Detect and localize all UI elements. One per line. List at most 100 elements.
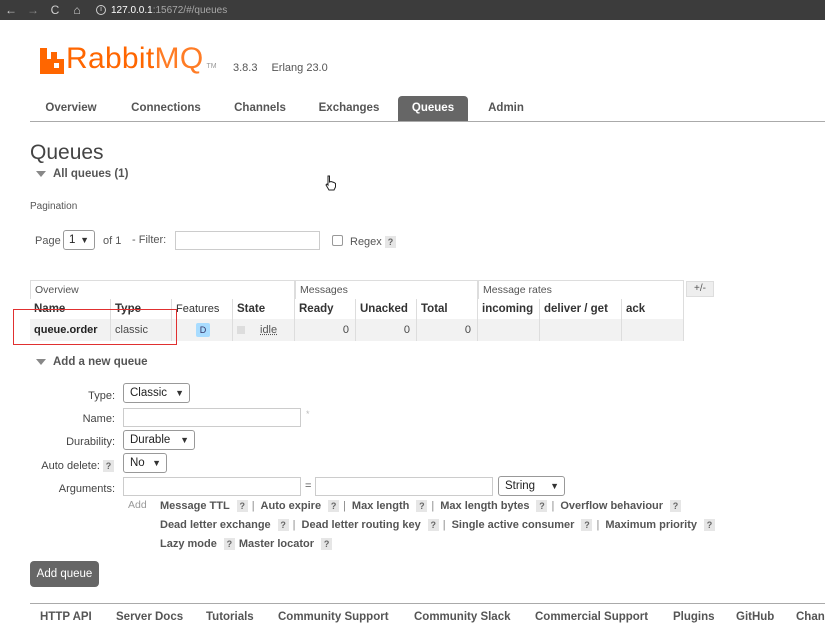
col-deliver-get[interactable]: deliver / get <box>540 299 622 319</box>
regex-checkbox[interactable] <box>332 235 343 246</box>
footer-server-docs[interactable]: Server Docs <box>116 611 183 623</box>
footer-tutorials[interactable]: Tutorials <box>206 611 254 623</box>
url-host: 127.0.0.1 <box>111 4 153 16</box>
tab-connections[interactable]: Connections <box>121 96 211 121</box>
help-icon[interactable]: ? <box>236 500 248 512</box>
add-queue-button[interactable]: Add queue <box>30 561 99 587</box>
footer-community-slack[interactable]: Community Slack <box>414 611 511 623</box>
arg-master-locator[interactable]: Master locator <box>239 538 314 550</box>
help-icon[interactable]: ? <box>427 519 439 531</box>
tab-queues[interactable]: Queues <box>398 96 468 121</box>
col-ready[interactable]: Ready <box>295 299 356 319</box>
durable-badge: D <box>196 323 210 338</box>
arg-max-length-bytes[interactable]: Max length bytes <box>440 500 529 512</box>
help-icon[interactable]: ? <box>536 500 548 512</box>
arg-message-ttl[interactable]: Message TTL <box>160 500 230 512</box>
col-state[interactable]: State <box>233 299 295 319</box>
regex-label: Regex <box>350 236 382 248</box>
help-icon[interactable]: ? <box>581 519 593 531</box>
durability-select[interactable]: Durable ▼ <box>123 430 195 450</box>
argument-type-value: String <box>505 480 536 492</box>
col-ack[interactable]: ack <box>622 299 684 319</box>
durability-label: Durability: <box>66 436 115 448</box>
page-count: of 1 <box>103 235 122 247</box>
tab-channels[interactable]: Channels <box>224 96 296 121</box>
queue-features: D <box>172 319 233 341</box>
regex-help-icon[interactable]: ? <box>385 236 396 248</box>
home-icon[interactable]: ⌂ <box>66 3 88 17</box>
state-idle: idle <box>260 324 278 336</box>
auto-delete-value: No <box>130 457 145 469</box>
help-icon[interactable]: ? <box>328 500 340 512</box>
group-overview: Overview <box>30 280 295 299</box>
queue-total: 0 <box>417 319 478 341</box>
auto-delete-select[interactable]: No ▼ <box>123 453 167 473</box>
reload-icon[interactable]: C <box>44 3 66 17</box>
arg-dead-letter-routing-key[interactable]: Dead letter routing key <box>302 519 421 531</box>
help-icon[interactable]: ? <box>223 538 235 550</box>
arguments-label: Arguments: <box>58 483 115 495</box>
state-indicator-icon <box>237 326 245 335</box>
page-title: Queues <box>30 141 104 164</box>
arg-single-active-consumer[interactable]: Single active consumer <box>452 519 575 531</box>
queue-incoming <box>478 319 540 341</box>
tab-exchanges[interactable]: Exchanges <box>310 96 388 121</box>
footer-commercial-support[interactable]: Commercial Support <box>535 611 648 623</box>
argument-value-input[interactable] <box>315 477 493 496</box>
queue-state: idle <box>233 319 295 341</box>
auto-delete-help-icon[interactable]: ? <box>103 460 114 472</box>
forward-arrow-icon[interactable]: → <box>22 3 44 17</box>
filter-input[interactable] <box>175 231 320 250</box>
argument-type-select[interactable]: String ▼ <box>498 476 565 496</box>
footer-http-api[interactable]: HTTP API <box>40 611 92 623</box>
add-queue-toggle[interactable]: Add a new queue <box>36 356 148 368</box>
pagination-label: Pagination <box>30 201 78 212</box>
footer-plugins[interactable]: Plugins <box>673 611 715 623</box>
footer-changelog[interactable]: Chan <box>796 611 825 623</box>
help-icon[interactable]: ? <box>416 500 428 512</box>
trademark-mark: TM <box>206 63 217 70</box>
type-label: Type: <box>88 390 115 402</box>
help-icon[interactable]: ? <box>277 519 289 531</box>
back-arrow-icon[interactable]: ← <box>0 3 22 17</box>
arg-max-length[interactable]: Max length <box>352 500 409 512</box>
column-options-button[interactable]: +/- <box>686 281 714 297</box>
all-queues-toggle[interactable]: All queues (1) <box>36 168 128 180</box>
help-icon[interactable]: ? <box>704 519 716 531</box>
queue-unacked: 0 <box>356 319 417 341</box>
queue-type-select[interactable]: Classic ▼ <box>123 383 190 403</box>
site-info-icon[interactable]: i <box>96 5 106 15</box>
footer-github[interactable]: GitHub <box>736 611 774 623</box>
help-icon[interactable]: ? <box>321 538 333 550</box>
tab-overview[interactable]: Overview <box>30 96 112 121</box>
all-queues-label: All queues (1) <box>53 168 129 180</box>
arg-auto-expire[interactable]: Auto expire <box>261 500 322 512</box>
chevron-down-icon: ▼ <box>180 435 189 445</box>
arg-lazy-mode[interactable]: Lazy mode <box>160 538 217 550</box>
rabbitmq-version: 3.8.3 <box>233 62 258 74</box>
page-select[interactable]: 1 ▼ <box>63 230 95 250</box>
col-incoming[interactable]: incoming <box>478 299 540 319</box>
footer-community-support[interactable]: Community Support <box>278 611 389 623</box>
rabbitmq-logo[interactable]: RabbitMQ TM <box>40 44 217 74</box>
tab-admin[interactable]: Admin <box>480 96 532 121</box>
hand-pointer-icon <box>325 175 336 191</box>
argument-key-input[interactable] <box>123 477 301 496</box>
col-total[interactable]: Total <box>417 299 478 319</box>
url-path: :15672/#/queues <box>152 4 228 16</box>
col-unacked[interactable]: Unacked <box>356 299 417 319</box>
address-bar[interactable]: i 127.0.0.1:15672/#/queues <box>96 5 227 16</box>
arg-overflow-behaviour[interactable]: Overflow behaviour <box>560 500 663 512</box>
auto-delete-label: Auto delete: <box>41 460 100 472</box>
help-icon[interactable]: ? <box>670 500 682 512</box>
version-info: 3.8.3 Erlang 23.0 <box>233 62 328 74</box>
queue-name-input[interactable] <box>123 408 301 427</box>
arg-dead-letter-exchange[interactable]: Dead letter exchange <box>160 519 271 531</box>
equals-sign: = <box>305 480 312 492</box>
queue-deliver-get <box>540 319 622 341</box>
group-messages: Messages <box>295 280 478 299</box>
queue-ready: 0 <box>295 319 356 341</box>
annotation-highlight-box <box>13 309 177 345</box>
arg-maximum-priority[interactable]: Maximum priority <box>605 519 697 531</box>
footer-links: HTTP API Server Docs Tutorials Community… <box>30 603 825 628</box>
